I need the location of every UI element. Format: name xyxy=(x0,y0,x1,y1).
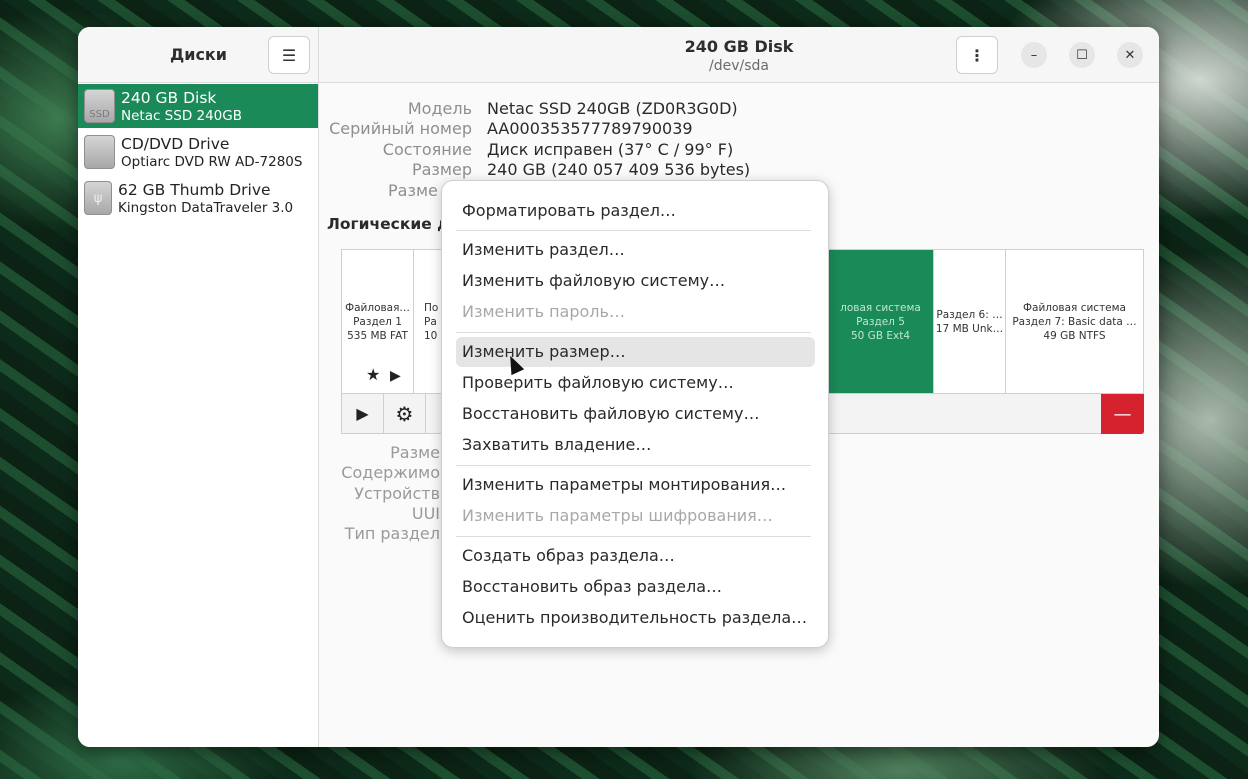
menu-benchmark[interactable]: Оценить производительность раздела… xyxy=(456,603,815,633)
maximize-button[interactable]: ☐ xyxy=(1069,42,1095,68)
menu-change-password: Изменить пароль… xyxy=(462,302,625,321)
minimize-button[interactable]: – xyxy=(1021,42,1047,68)
minus-icon: — xyxy=(1113,403,1132,425)
partition-7[interactable]: Файловая система Раздел 7: Basic data … … xyxy=(1006,250,1143,393)
menu-create-image[interactable]: Создать образ раздела… xyxy=(456,541,815,571)
serial-value: AA000353577789790039 xyxy=(487,119,693,138)
sidebar-header: Диски ☰ xyxy=(78,27,318,83)
menu-restore-image[interactable]: Восстановить образ раздела… xyxy=(456,572,815,602)
model-label: Модель xyxy=(407,99,472,118)
partition-name: Ра xyxy=(424,315,437,328)
ssd-icon-label: SSD xyxy=(89,109,110,120)
state-label: Состояние xyxy=(382,140,472,159)
partitioning-label: Разме xyxy=(388,181,438,200)
mount-button[interactable]: ▶ xyxy=(342,394,384,433)
menu-separator xyxy=(456,465,811,466)
disk-item-240gb[interactable]: SSD 240 GB Disk Netac SSD 240GB xyxy=(78,84,318,128)
partition-type: Файловая система xyxy=(1022,301,1126,314)
vertical-dots-icon: ⋮ xyxy=(969,45,985,65)
size-label: Размер xyxy=(411,160,472,179)
partition-name: Раздел 7: Basic data … xyxy=(1012,315,1137,328)
partition-name: Раздел 1 xyxy=(353,315,402,328)
disk-model: Kingston DataTraveler 3.0 xyxy=(118,199,294,216)
partition-size: 49 GB NTFS xyxy=(1043,329,1106,342)
menu-edit-mount-options[interactable]: Изменить параметры монтирования… xyxy=(456,470,815,500)
menu-separator xyxy=(456,536,811,537)
disk-name: CD/DVD Drive xyxy=(121,134,230,153)
close-button[interactable]: ✕ xyxy=(1117,42,1143,68)
partition-context-menu: Форматировать раздел… Изменить раздел… И… xyxy=(441,180,829,648)
partition-type: По xyxy=(424,301,439,314)
maximize-icon: ☐ xyxy=(1076,47,1088,63)
partition-size: 50 GB Ext4 xyxy=(850,329,911,342)
partition-options-button[interactable]: ⚙ xyxy=(384,394,426,433)
partition-type: ловая система xyxy=(840,301,921,314)
menu-edit-filesystem[interactable]: Изменить файловую систему… xyxy=(456,266,815,296)
hamburger-icon: ☰ xyxy=(281,45,297,65)
optical-drive-icon xyxy=(84,135,115,169)
detail-type-label: Тип раздел xyxy=(344,524,440,543)
partition-type: Файловая… xyxy=(345,301,410,314)
delete-partition-button[interactable]: — xyxy=(1101,394,1144,434)
partition-size: 535 MB FAT xyxy=(347,329,408,342)
menu-repair-filesystem[interactable]: Восстановить файловую систему… xyxy=(456,399,815,429)
main-header: 240 GB Disk /dev/sda ⋮ – ☐ ✕ xyxy=(319,27,1159,83)
detail-device-label: Устройств xyxy=(354,484,440,503)
menu-separator xyxy=(456,332,811,333)
sidebar-menu-button[interactable]: ☰ xyxy=(268,36,310,74)
menu-edit-partition[interactable]: Изменить раздел… xyxy=(456,235,815,265)
menu-edit-encryption-options: Изменить параметры шифрования… xyxy=(462,506,773,525)
partition-name: Раздел 6: … xyxy=(936,308,1003,321)
play-icon: ▶ xyxy=(390,368,401,384)
close-icon: ✕ xyxy=(1124,47,1136,63)
minimize-icon: – xyxy=(1030,47,1038,63)
partition-name: Раздел 5 xyxy=(856,315,905,328)
play-icon: ▶ xyxy=(356,404,369,423)
serial-label: Серийный номер xyxy=(329,119,472,138)
partition-6[interactable]: Раздел 6: … 17 MB Unk… xyxy=(934,250,1006,393)
disk-name: 240 GB Disk xyxy=(121,88,217,107)
model-value: Netac SSD 240GB (ZD0R3G0D) xyxy=(487,99,738,118)
star-icon: ★ xyxy=(366,365,381,384)
detail-uuid-label: UUI xyxy=(411,504,440,523)
disk-name: 62 GB Thumb Drive xyxy=(118,180,271,199)
partition-1[interactable]: Файловая… Раздел 1 535 MB FAT ★ ▶ xyxy=(342,250,414,393)
sidebar: Диски ☰ SSD 240 GB Disk Netac SSD 240GB … xyxy=(78,27,319,747)
detail-content-label: Содержимо xyxy=(341,463,440,482)
ssd-icon: SSD xyxy=(84,89,115,123)
disk-model: Optiarc DVD RW AD-7280S xyxy=(121,153,303,170)
partition-5[interactable]: ловая система Раздел 5 50 GB Ext4 xyxy=(828,250,934,393)
state-value: Диск исправен (37° C / 99° F) xyxy=(487,140,734,159)
disk-item-cd-dvd[interactable]: CD/DVD Drive Optiarc DVD RW AD-7280S xyxy=(78,130,318,174)
partition-size: 10 xyxy=(424,329,438,342)
gear-icon: ⚙ xyxy=(395,401,414,426)
disk-model: Netac SSD 240GB xyxy=(121,107,242,124)
partition-size: 17 MB Unk… xyxy=(935,322,1004,335)
size-value: 240 GB (240 057 409 536 bytes) xyxy=(487,160,751,179)
volumes-title: Логические д xyxy=(327,215,450,233)
menu-format-partition[interactable]: Форматировать раздел… xyxy=(456,196,815,226)
detail-size-label: Разме xyxy=(390,443,440,462)
usb-drive-icon: ψ xyxy=(84,181,112,215)
disk-item-thumb-drive[interactable]: ψ 62 GB Thumb Drive Kingston DataTravele… xyxy=(78,176,318,220)
disk-menu-button[interactable]: ⋮ xyxy=(956,36,998,74)
menu-take-ownership[interactable]: Захватить владение… xyxy=(456,430,815,460)
menu-separator xyxy=(456,230,811,231)
